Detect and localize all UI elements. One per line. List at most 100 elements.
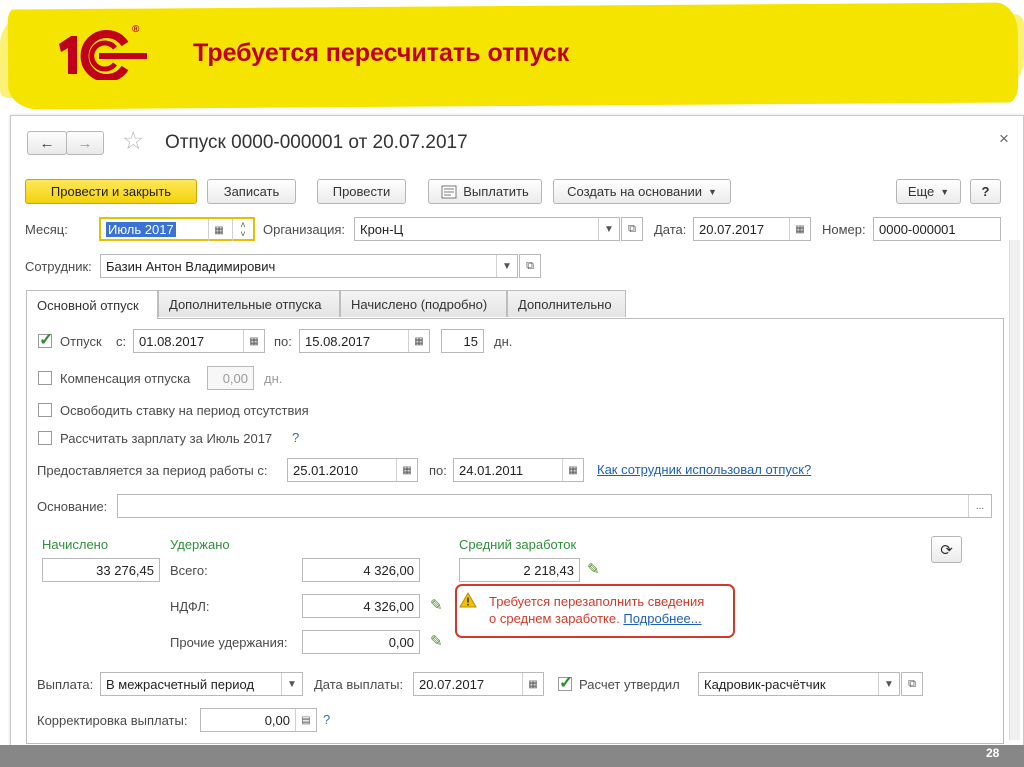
employee-label: Сотрудник: [25, 259, 92, 274]
vertical-scrollbar[interactable] [1009, 240, 1020, 740]
month-stepper[interactable]: ˄ ˅ [232, 219, 253, 241]
edit-average-pencil-icon[interactable]: ✎ [587, 560, 600, 578]
open-link-icon: ⧉ [628, 222, 636, 235]
free-rate-label: Освободить ставку на период отсутствия [60, 403, 309, 418]
period-from-field[interactable]: 25.01.2010 ▦ [287, 458, 418, 482]
dropdown-icon[interactable]: ▼ [878, 673, 899, 695]
dropdown-icon[interactable]: ▼ [598, 218, 619, 240]
date-field[interactable]: 20.07.2017 ▦ [693, 217, 811, 241]
payment-date-field[interactable]: 20.07.2017 ▦ [413, 672, 544, 696]
vacation-to-value: 15.08.2017 [305, 333, 371, 349]
number-value: 0000-000001 [879, 221, 956, 237]
withheld-total-field: 4 326,00 [302, 558, 420, 582]
date-label: Дата: [654, 222, 687, 237]
period-to-value: 24.01.2011 [459, 462, 524, 478]
approver-field[interactable]: Кадровик-расчётчик ▼ [698, 672, 900, 696]
vacation-label: Отпуск [60, 334, 102, 349]
basis-label: Основание: [37, 499, 108, 514]
vacation-days-unit: дн. [494, 334, 513, 349]
payment-value: В межрасчетный период [106, 676, 255, 692]
calendar-icon[interactable]: ▦ [396, 459, 417, 481]
vacation-days-field[interactable]: 15 [441, 329, 484, 353]
warning-more-link[interactable]: Подробнее... [623, 611, 701, 626]
tab-main-vacation[interactable]: Основной отпуск [26, 290, 158, 319]
page-number: 28 [986, 746, 1000, 760]
open-approver-button[interactable]: ⧉ [901, 672, 923, 696]
arrow-left-icon: ← [39, 134, 55, 152]
close-icon[interactable]: × [999, 129, 1009, 149]
vacation-from-field[interactable]: 01.08.2017 ▦ [133, 329, 265, 353]
month-field[interactable]: Июль 2017 ▦ ˄ ˅ [99, 217, 255, 241]
back-button[interactable]: ← [27, 131, 67, 155]
forward-button[interactable]: → [66, 131, 104, 155]
number-field[interactable]: 0000-000001 [873, 217, 1001, 241]
save-button[interactable]: Записать [207, 179, 296, 204]
tab-additional-vacations[interactable]: Дополнительные отпуска [158, 290, 340, 317]
calc-salary-help-icon[interactable]: ? [292, 430, 299, 445]
calendar-icon[interactable]: ▦ [408, 330, 429, 352]
payment-date-label: Дата выплаты: [314, 677, 404, 692]
refresh-button[interactable]: ⟳ [931, 536, 962, 563]
compensation-field[interactable]: 0,00 [207, 366, 254, 390]
payment-adjust-label: Корректировка выплаты: [37, 713, 188, 728]
dropdown-icon[interactable]: ▼ [496, 255, 517, 277]
create-based-on-button[interactable]: Создать на основании ▼ [553, 179, 731, 204]
calendar-icon[interactable]: ▦ [562, 459, 583, 481]
tab-label: Начислено (подробно) [351, 296, 488, 312]
payment-adjust-help-icon[interactable]: ? [323, 712, 330, 727]
withheld-total-label: Всего: [170, 563, 208, 578]
ndfl-field: 4 326,00 [302, 594, 420, 618]
dropdown-caret-icon: ▼ [707, 186, 717, 197]
ndfl-value: 4 326,00 [363, 598, 414, 614]
compensation-label: Компенсация отпуска [60, 371, 191, 386]
save-label: Записать [223, 184, 280, 199]
favorite-star-icon[interactable]: ☆ [122, 126, 144, 156]
calc-approved-checkbox[interactable] [558, 673, 573, 693]
pay-button[interactable]: Выплатить [428, 179, 542, 204]
payment-sheet-icon [441, 185, 457, 198]
edit-ndfl-pencil-icon[interactable]: ✎ [430, 596, 443, 614]
vacation-usage-link[interactable]: Как сотрудник использовал отпуск? [597, 462, 811, 477]
approver-value: Кадровик-расчётчик [704, 676, 826, 692]
calculator-icon[interactable]: ▤ [295, 709, 316, 731]
tab-label: Дополнительно [518, 296, 612, 312]
open-employee-button[interactable]: ⧉ [519, 254, 541, 278]
calendar-icon[interactable]: ▦ [789, 218, 810, 240]
month-value: Июль 2017 [106, 221, 176, 237]
warning-line-2: о среднем заработке. [489, 611, 620, 626]
compensation-checkbox[interactable] [38, 371, 52, 385]
warning-message: Требуется перезаполнить сведения о средн… [489, 593, 704, 627]
calc-salary-checkbox[interactable] [38, 431, 52, 445]
post-button[interactable]: Провести [317, 179, 406, 204]
open-organization-button[interactable]: ⧉ [621, 217, 643, 241]
more-button[interactable]: Еще ▼ [896, 179, 961, 204]
payment-adjust-field[interactable]: 0,00 ▤ [200, 708, 317, 732]
organization-field[interactable]: Крон-Ц ▼ [354, 217, 620, 241]
calendar-icon[interactable]: ▦ [243, 330, 264, 352]
payment-label: Выплата: [37, 677, 94, 692]
vacation-to-label: по: [274, 334, 292, 349]
employee-field[interactable]: Базин Антон Владимирович ▼ [100, 254, 518, 278]
help-button[interactable]: ? [970, 179, 1001, 204]
tab-additional[interactable]: Дополнительно [507, 290, 626, 317]
vacation-to-field[interactable]: 15.08.2017 ▦ [299, 329, 430, 353]
tab-label: Дополнительные отпуска [169, 296, 322, 312]
edit-other-pencil-icon[interactable]: ✎ [430, 632, 443, 650]
period-to-field[interactable]: 24.01.2011 ▦ [453, 458, 584, 482]
payment-date-value: 20.07.2017 [419, 676, 485, 692]
payment-field[interactable]: В межрасчетный период ▼ [100, 672, 303, 696]
post-and-close-button[interactable]: Провести и закрыть [25, 179, 197, 204]
open-link-icon: ⧉ [908, 677, 916, 690]
basis-field[interactable]: ... [117, 494, 992, 518]
calendar-icon[interactable]: ▦ [208, 219, 229, 241]
basis-select-button[interactable]: ... [968, 495, 991, 517]
warning-triangle-icon [459, 592, 477, 608]
calendar-icon[interactable]: ▦ [522, 673, 543, 695]
free-rate-checkbox[interactable] [38, 403, 52, 417]
withheld-total-value: 4 326,00 [363, 562, 414, 578]
accrued-label: Начислено [42, 537, 109, 552]
tab-accrued-detailed[interactable]: Начислено (подробно) [340, 290, 507, 317]
dropdown-icon[interactable]: ▼ [281, 673, 302, 695]
refresh-icon: ⟳ [940, 541, 953, 559]
vacation-checkbox[interactable] [38, 330, 53, 350]
